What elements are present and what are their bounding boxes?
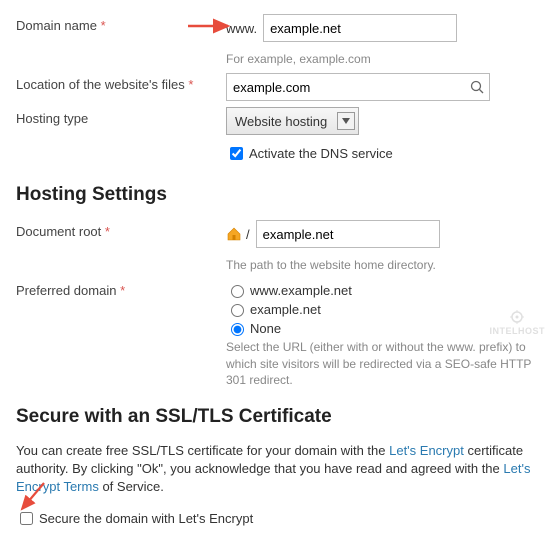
document-root-label: Document root (16, 224, 101, 239)
document-root-input[interactable] (256, 220, 440, 248)
preferred-www-radio[interactable] (231, 285, 244, 298)
ssl-description: You can create free SSL/TLS certificate … (16, 442, 541, 497)
domain-name-input[interactable] (263, 14, 457, 42)
activate-dns-label: Activate the DNS service (249, 146, 393, 161)
docroot-slash: / (246, 227, 250, 242)
house-icon (226, 226, 242, 242)
required-asterisk: * (101, 18, 106, 33)
domain-name-label: Domain name (16, 18, 97, 33)
preferred-www-label: www.example.net (250, 283, 352, 298)
location-input-wrap[interactable] (226, 73, 490, 101)
hosting-settings-heading: Hosting Settings (16, 184, 541, 206)
chevron-down-icon (337, 112, 355, 130)
domain-helper: For example, example.com (226, 51, 541, 67)
location-input[interactable] (227, 74, 469, 100)
preferred-none-label: None (250, 321, 281, 336)
hosting-type-label: Hosting type (16, 111, 88, 126)
secure-domain-label: Secure the domain with Let's Encrypt (39, 511, 253, 526)
preferred-helper: Select the URL (either with or without t… (226, 339, 541, 388)
lets-encrypt-link[interactable]: Let's Encrypt (389, 443, 464, 458)
docroot-helper: The path to the website home directory. (226, 257, 541, 273)
required-asterisk: * (120, 283, 125, 298)
hosting-type-dropdown[interactable]: Website hosting (226, 107, 359, 135)
search-icon (469, 79, 485, 95)
preferred-plain-label: example.net (250, 302, 321, 317)
watermark: INTELHOST (490, 310, 546, 336)
preferred-none-radio[interactable] (231, 323, 244, 336)
required-asterisk: * (188, 77, 193, 92)
activate-dns-checkbox[interactable] (230, 147, 243, 160)
required-asterisk: * (105, 224, 110, 239)
location-label: Location of the website's files (16, 77, 185, 92)
preferred-plain-radio[interactable] (231, 304, 244, 317)
www-prefix: www. (226, 21, 257, 36)
hosting-type-selected: Website hosting (235, 114, 327, 129)
preferred-domain-label: Preferred domain (16, 283, 116, 298)
secure-domain-checkbox[interactable] (20, 512, 33, 525)
ssl-heading: Secure with an SSL/TLS Certificate (16, 406, 541, 428)
